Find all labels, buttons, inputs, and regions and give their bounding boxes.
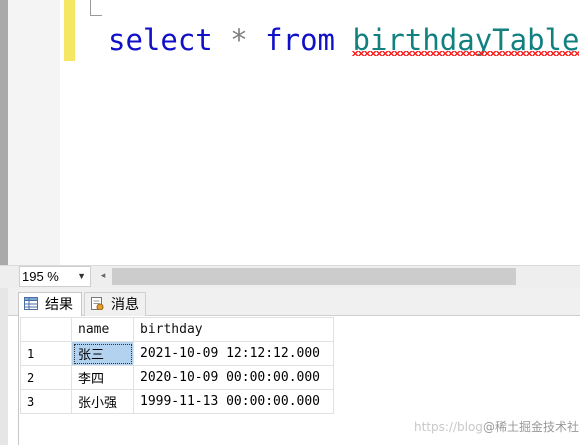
editor-gutter: [8, 0, 60, 265]
sql-code-line[interactable]: select * from birthdayTable: [108, 20, 580, 60]
tab-messages[interactable]: 消息: [84, 292, 146, 316]
keyword-select: select: [108, 23, 213, 57]
watermark: https://blog@稀土掘金技术社区: [414, 418, 580, 436]
results-left-strip: [0, 265, 8, 445]
outline-collapse-marker[interactable]: [90, 0, 102, 16]
tab-results-label: 结果: [45, 296, 73, 312]
error-squiggle: [352, 51, 580, 56]
tab-results[interactable]: 结果: [18, 292, 82, 316]
column-header-name[interactable]: name: [71, 317, 134, 342]
cell-birthday[interactable]: 1999-11-13 00:00:00.000: [133, 389, 334, 414]
editor-left-strip: [0, 0, 8, 265]
cell-name[interactable]: 李四: [71, 365, 134, 390]
column-header-birthday[interactable]: birthday: [133, 317, 334, 342]
scroll-left-icon[interactable]: ◂: [98, 268, 108, 285]
zoom-value: 195 %: [22, 269, 59, 284]
operator-star: *: [230, 23, 248, 57]
cell-name[interactable]: 张小强: [71, 389, 134, 414]
messages-icon: [91, 297, 104, 310]
table-row: 1 张三 2021-10-09 12:12:12.000: [20, 341, 334, 366]
row-number[interactable]: 2: [20, 365, 72, 390]
tab-messages-label: 消息: [111, 296, 139, 312]
row-number[interactable]: 1: [20, 341, 72, 366]
zoom-dropdown[interactable]: 195 % ▼: [19, 266, 91, 287]
row-header-corner[interactable]: [20, 317, 72, 342]
watermark-prefix: https://blog: [414, 420, 483, 434]
results-grid: name birthday 1 张三 2021-10-09 12:12:12.0…: [20, 317, 334, 414]
keyword-from: from: [265, 23, 336, 57]
watermark-brand: @稀土掘金技术社区: [482, 420, 580, 434]
cell-birthday[interactable]: 2020-10-09 00:00:00.000: [133, 365, 334, 390]
grid-left-border: [18, 316, 19, 445]
cell-birthday[interactable]: 2021-10-09 12:12:12.000: [133, 341, 334, 366]
table-row: 2 李四 2020-10-09 00:00:00.000: [20, 365, 334, 390]
table-row: 3 张小强 1999-11-13 00:00:00.000: [20, 389, 334, 414]
change-tracking-bar: [64, 0, 75, 61]
row-number[interactable]: 3: [20, 389, 72, 414]
chevron-down-icon[interactable]: ▼: [77, 267, 86, 286]
grid-icon: [24, 297, 38, 310]
cell-name[interactable]: 张三: [71, 341, 134, 366]
table-identifier: birthdayTable: [352, 23, 580, 57]
grid-header-row: name birthday: [20, 317, 334, 342]
horizontal-scrollbar[interactable]: [112, 268, 516, 285]
